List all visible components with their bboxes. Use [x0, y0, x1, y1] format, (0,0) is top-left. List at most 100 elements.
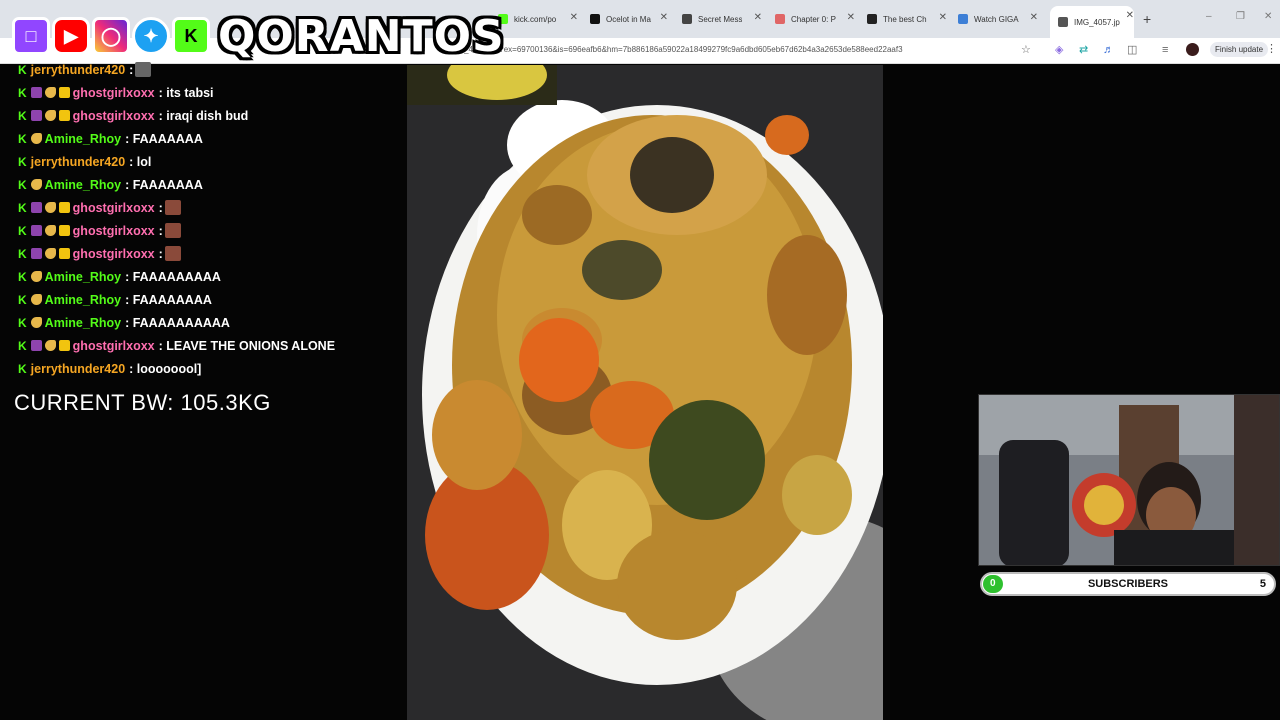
chat-message: Kjerrythunder420 : lol: [18, 150, 398, 173]
reading-list-icon[interactable]: ≡: [1162, 44, 1168, 56]
chat-message: K Amine_Rhoy : FAAAAAAAAA: [18, 265, 398, 288]
chat-username[interactable]: ghostgirlxoxx: [73, 339, 155, 353]
browser-tab[interactable]: The best Ch ✕: [867, 8, 947, 30]
extension-icon[interactable]: ◈: [1055, 44, 1063, 56]
chat-message: Kghostgirlxoxx :: [18, 242, 398, 265]
crown-badge-icon: [58, 87, 70, 98]
chat-feed: Kjerrythunder420 : Kghostgirlxoxx : its …: [18, 58, 398, 380]
chat-emote-icon: [164, 200, 181, 215]
chat-username[interactable]: jerrythunder420: [31, 155, 125, 169]
extensions-puzzle-icon[interactable]: ◫: [1127, 44, 1137, 56]
tab-favicon-icon: [775, 14, 785, 24]
instagram-icon: ◯: [92, 17, 130, 55]
tab-title: Chapter 0: P: [791, 14, 836, 24]
moon-badge-icon: [30, 294, 42, 305]
new-tab-button[interactable]: +: [1143, 11, 1151, 27]
chat-username[interactable]: ghostgirlxoxx: [73, 247, 155, 261]
kick-badge-icon: K: [18, 200, 27, 215]
chat-message: Kghostgirlxoxx : its tabsi: [18, 81, 398, 104]
chat-username[interactable]: Amine_Rhoy: [45, 132, 121, 146]
tab-close-icon[interactable]: ✕: [847, 12, 855, 23]
gem-badge-icon: [30, 225, 42, 236]
window-close-icon[interactable]: ✕: [1264, 11, 1272, 22]
tab-title: Watch GIGA: [974, 14, 1019, 24]
chat-username[interactable]: Amine_Rhoy: [45, 178, 121, 192]
chat-message: Kghostgirlxoxx :: [18, 219, 398, 242]
browser-tab[interactable]: Chapter 0: P ✕: [775, 8, 855, 30]
audio-icon[interactable]: ♬: [1103, 44, 1114, 56]
kick-badge-icon: K: [18, 269, 27, 284]
minimize-icon[interactable]: –: [1206, 11, 1212, 22]
tab-close-icon[interactable]: ✕: [660, 12, 668, 23]
chat-username[interactable]: ghostgirlxoxx: [73, 224, 155, 238]
channel-brand: QORANTOS: [218, 10, 505, 62]
finish-update-button[interactable]: Finish update: [1210, 42, 1269, 57]
moon-badge-icon: [44, 87, 56, 98]
kick-badge-icon: K: [18, 338, 27, 353]
chat-username[interactable]: ghostgirlxoxx: [73, 201, 155, 215]
kick-badge-icon: K: [18, 131, 27, 146]
gem-badge-icon: [30, 202, 42, 213]
chat-message: K Amine_Rhoy : FAAAAAAA: [18, 127, 398, 150]
kick-badge-icon: K: [18, 85, 27, 100]
kick-icon: K: [172, 17, 210, 55]
tab-favicon-icon: [958, 14, 968, 24]
chat-username[interactable]: Amine_Rhoy: [45, 270, 121, 284]
browser-tab[interactable]: Secret Mess ✕: [682, 8, 762, 30]
profile-avatar[interactable]: [1186, 43, 1199, 56]
tab-close-icon[interactable]: ✕: [754, 12, 762, 23]
browser-tab[interactable]: Watch GIGA ✕: [958, 8, 1038, 30]
tab-favicon-icon: [867, 14, 877, 24]
chat-username[interactable]: ghostgirlxoxx: [73, 109, 155, 123]
moon-badge-icon: [30, 133, 42, 144]
kick-badge-icon: K: [18, 223, 27, 238]
chat-message: Kghostgirlxoxx : LEAVE THE ONIONS ALONE: [18, 334, 398, 357]
chat-message: K Amine_Rhoy : FAAAAAAAA: [18, 288, 398, 311]
moon-badge-icon: [44, 225, 56, 236]
browser-tab[interactable]: kick.com/po ✕: [498, 8, 578, 30]
crown-badge-icon: [58, 110, 70, 121]
url-field[interactable]: IMG_4057.jpg?ex=69700136&is=696eafb6&hm=…: [449, 45, 903, 54]
gem-badge-icon: [30, 87, 42, 98]
tab-favicon-icon: [1058, 17, 1068, 27]
chat-text: :: [129, 62, 134, 77]
chat-emote-icon: [135, 62, 152, 77]
chat-username[interactable]: Amine_Rhoy: [45, 293, 121, 307]
translate-icon[interactable]: ⇄: [1079, 44, 1088, 56]
tab-title: kick.com/po: [514, 14, 557, 24]
gem-badge-icon: [30, 110, 42, 121]
chat-text: :: [158, 200, 163, 215]
bookmark-star-icon[interactable]: ☆: [1021, 44, 1031, 56]
browser-tab[interactable]: IMG_4057.jp ✕: [1050, 6, 1134, 38]
chat-text: : iraqi dish bud: [158, 108, 249, 123]
tab-close-icon[interactable]: ✕: [1030, 12, 1038, 23]
menu-kebab-icon[interactable]: ⋮: [1266, 42, 1277, 55]
moon-badge-icon: [30, 179, 42, 190]
chat-username[interactable]: jerrythunder420: [31, 362, 125, 376]
kick-badge-icon: K: [18, 108, 27, 123]
chat-username[interactable]: Amine_Rhoy: [45, 316, 121, 330]
crown-badge-icon: [58, 225, 70, 236]
chat-text: : loooooool]: [129, 361, 202, 376]
kick-badge-icon: K: [18, 177, 27, 192]
chat-message: Kghostgirlxoxx : iraqi dish bud: [18, 104, 398, 127]
chat-username[interactable]: jerrythunder420: [31, 63, 125, 77]
chat-text: : FAAAAAAA: [125, 177, 203, 192]
tab-close-icon[interactable]: ✕: [570, 12, 578, 23]
webcam-feed: [978, 394, 1280, 566]
chat-text: : its tabsi: [158, 85, 214, 100]
subscriber-goal-bar: 0 SUBSCRIBERS 5: [980, 572, 1276, 596]
tab-close-icon[interactable]: ✕: [1126, 10, 1134, 21]
subscriber-goal-target: 5: [1259, 578, 1266, 590]
kick-badge-icon: K: [18, 154, 27, 169]
tab-close-icon[interactable]: ✕: [939, 12, 947, 23]
twitch-icon: □: [12, 17, 50, 55]
browser-tab[interactable]: Ocelot in Ma ✕: [590, 8, 668, 30]
chat-emote-icon: [164, 246, 181, 261]
tab-favicon-icon: [590, 14, 600, 24]
restore-icon[interactable]: ❐: [1236, 11, 1245, 22]
chat-text: : lol: [129, 154, 152, 169]
tab-title: Ocelot in Ma: [606, 14, 651, 24]
chat-username[interactable]: ghostgirlxoxx: [73, 86, 155, 100]
crown-badge-icon: [58, 248, 70, 259]
